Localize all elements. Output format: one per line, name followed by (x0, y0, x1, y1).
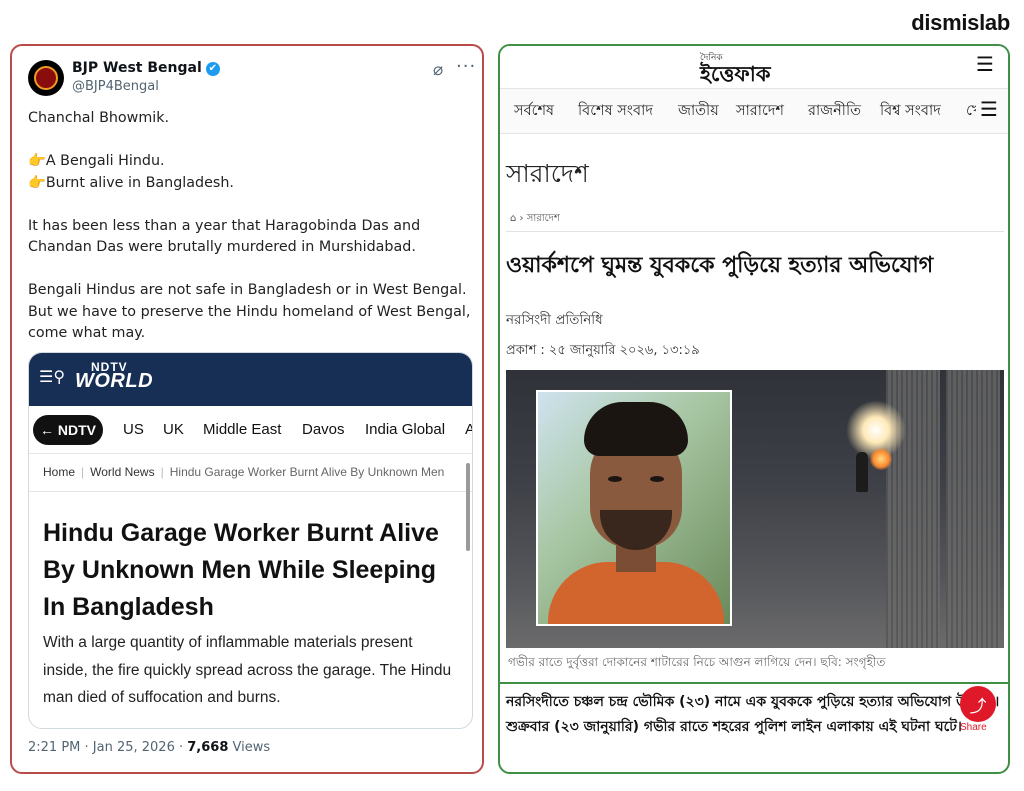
ndtv-header: ☰⚲ NDTV WORLD (29, 353, 472, 406)
nav-menu-icon[interactable]: ☰ (976, 97, 998, 121)
breadcrumb-section[interactable]: সারাদেশ (527, 213, 560, 224)
share-icon[interactable]: ⤴ (960, 686, 996, 722)
nav-item-india-global[interactable]: India Global (365, 421, 445, 438)
ittefaq-header: দৈনিক ইত্তেফাক ☰ (500, 46, 1008, 86)
bjp-logo-icon (34, 66, 58, 90)
more-options-icon[interactable]: ··· (456, 56, 476, 77)
ndtv-article-card[interactable]: ☰⚲ NDTV WORLD ← NDTV US UK Middle East D… (28, 352, 473, 729)
person-silhouette (856, 452, 868, 492)
nav-item-politics[interactable]: রাজনীতি (808, 100, 861, 124)
nav-item-middle-east[interactable]: Middle East (203, 421, 281, 438)
views-label: Views (228, 740, 271, 755)
breadcrumb-home[interactable]: Home (43, 465, 75, 479)
breadcrumb-world-news[interactable]: World News (90, 465, 154, 479)
pointing-hand-icon: 👉 (28, 174, 46, 191)
nav-item-national[interactable]: জাতীয় (678, 100, 719, 124)
divider (29, 491, 472, 492)
breadcrumb: Home | World News | Hindu Garage Worker Burn… (43, 465, 445, 479)
home-icon[interactable]: ⌂ (510, 213, 516, 224)
tweet-line: Chanchal Bhowmik. (28, 110, 170, 126)
account-name-text: BJP West Bengal (72, 60, 202, 76)
verified-badge-icon: ✔ (205, 62, 220, 76)
breadcrumb-current: Hindu Garage Worker Burnt Alive By Unkno… (169, 465, 445, 479)
tweet-line: 👉A Bengali Hindu. (28, 153, 165, 169)
ndtv-back-button[interactable]: ← NDTV (33, 415, 103, 445)
victim-portrait (536, 390, 732, 626)
account-name[interactable]: BJP West Bengal ✔ (72, 60, 220, 76)
section-title: সারাদেশ (506, 159, 589, 188)
ittefaq-screenshot-panel: দৈনিক ইত্তেফাক ☰ সর্বশেষ বিশেষ সংবাদ জাত… (498, 44, 1010, 774)
article-headline[interactable]: Hindu Garage Worker Burnt Alive By Unkno… (43, 515, 453, 626)
tweet-timestamp[interactable]: 2:21 PM · Jan 25, 2026 · (28, 740, 187, 755)
menu-icon[interactable]: ☰ (976, 52, 994, 76)
tweet-line: Bengali Hindus are not safe in Banglades… (28, 282, 471, 341)
menu-search-icon[interactable]: ☰⚲ (39, 367, 65, 386)
nav-item-country[interactable]: সারাদেশ (736, 100, 784, 124)
article-headline: ওয়ার্কশপে ঘুমন্ত যুবককে পুড়িয়ে হত্যার… (506, 253, 934, 278)
scrollbar[interactable] (466, 463, 470, 551)
shutter-graphic (946, 370, 1000, 648)
tweet-body: Chanchal Bhowmik. 👉A Bengali Hindu. 👉Bur… (28, 108, 474, 345)
nav-item-asia[interactable]: As (465, 421, 472, 438)
ndtv-world-logo[interactable]: WORLD (75, 370, 153, 393)
breadcrumb: ⌂ › সারাদেশ (510, 213, 560, 224)
tweet-line: 👉Burnt alive in Bangladesh. (28, 174, 234, 191)
nav-item-uk[interactable]: UK (163, 421, 184, 438)
tweet-meta: 2:21 PM · Jan 25, 2026 · 7,668 Views (28, 740, 270, 755)
article-body: নরসিংদীতে চঞ্চল চন্দ্র ভৌমিক (২৩) নামে এ… (506, 694, 1000, 735)
published-date: প্রকাশ : ২৫ জানুয়ারি ২০২৬, ১৩:১৯ (506, 343, 700, 358)
pointing-hand-icon: 👉 (28, 153, 46, 169)
nav-item-latest[interactable]: সর্বশেষ (514, 100, 554, 124)
tweet-screenshot-panel: BJP West Bengal ✔ @BJP4Bengal ⌀ ··· Chanc… (10, 44, 484, 774)
nav-item-special[interactable]: বিশেষ সংবাদ (578, 100, 653, 124)
ndtv-nav: ← NDTV US UK Middle East Davos India Glo… (29, 415, 472, 447)
divider (29, 453, 472, 454)
article-photo (506, 370, 1004, 648)
article-summary: With a large quantity of inflammable mat… (43, 634, 452, 706)
reporter: নরসিংদী প্রতিনিধি (506, 312, 603, 328)
divider (506, 231, 1004, 232)
dismislab-logo: dismislab (911, 10, 1010, 35)
nav-item-davos[interactable]: Davos (302, 421, 345, 438)
share-label[interactable]: Share (960, 722, 987, 733)
grok-icon[interactable]: ⌀ (433, 60, 443, 80)
fire-glow (870, 448, 892, 470)
nav-item-us[interactable]: US (123, 421, 144, 438)
account-handle[interactable]: @BJP4Bengal (72, 79, 159, 94)
ittefaq-nav: সর্বশেষ বিশেষ সংবাদ জাতীয় সারাদেশ রাজনী… (500, 88, 1008, 134)
nav-item-world[interactable]: বিশ্ব সংবাদ (880, 100, 941, 124)
views-count: 7,668 (187, 740, 229, 755)
photo-caption: গভীর রাতে দুর্বৃত্তরা দোকানের শাটারের নি… (508, 655, 886, 669)
tweet-line: It has been less than a year that Harago… (28, 217, 421, 256)
avatar[interactable] (28, 60, 64, 96)
